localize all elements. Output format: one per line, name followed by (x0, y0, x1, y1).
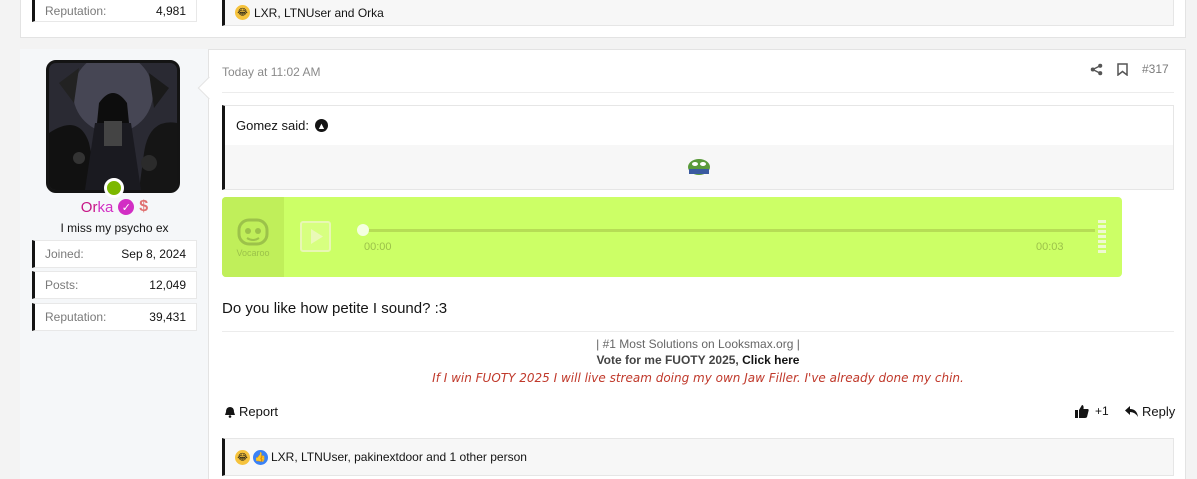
post-number[interactable]: #317 (1142, 62, 1169, 76)
arrow-up-icon[interactable]: ▲ (314, 119, 328, 132)
signature-link[interactable]: Click here (742, 353, 799, 367)
signature-divider (222, 331, 1174, 332)
audio-current-time: 00:00 (364, 241, 392, 253)
signature-line-3: If I win FUOTY 2025 I will live stream d… (432, 371, 964, 385)
verified-badge-icon: ✓ (118, 199, 135, 215)
reactions-text[interactable]: LXR, LTNUser and Orka (254, 6, 384, 20)
username-part-2[interactable]: ka (97, 199, 113, 216)
share-icon[interactable] (1090, 63, 1103, 76)
stat-label: Reputation: (45, 310, 107, 324)
stat-label: Posts: (45, 278, 79, 292)
vocaroo-face-icon (237, 218, 269, 246)
vocaroo-brand: Vocaroo (236, 248, 270, 258)
username[interactable]: Orka ✓ $ (20, 198, 209, 216)
laugh-reaction-icon: 😂 (235, 449, 250, 465)
react-label[interactable]: +1 (1095, 404, 1109, 418)
signature-line-2: Vote for me FUOTY 2025, Click here (222, 353, 1174, 367)
reactions-text[interactable]: LXR, LTNUser, pakinextdoor and 1 other p… (271, 450, 527, 464)
user-title: I miss my psycho ex (60, 221, 169, 235)
vocaroo-logo: Vocaroo (222, 197, 284, 277)
stat-joined: Joined: Sep 8, 2024 (32, 240, 197, 268)
audio-duration: 00:03 (1036, 241, 1064, 253)
quote-author[interactable]: Gomez said: (236, 118, 309, 133)
reply-arrow-icon (1125, 406, 1138, 417)
online-status-dot (104, 178, 124, 198)
thumbs-up-icon (1075, 404, 1089, 418)
report-label[interactable]: Report (239, 404, 278, 419)
signature-line-1: | #1 Most Solutions on Looksmax.org | (596, 337, 800, 351)
divider (222, 92, 1174, 93)
like-reaction-icon: 👍 (253, 449, 268, 465)
post-date[interactable]: Today at 11:02 AM (222, 65, 321, 79)
pepe-emoji-icon (688, 159, 710, 175)
dollar-badge-icon: $ (139, 198, 149, 215)
post-message: Do you like how petite I sound? :3 (222, 300, 448, 317)
volume-icon[interactable] (1098, 220, 1106, 253)
reply-label[interactable]: Reply (1142, 404, 1175, 419)
stat-value: 12,049 (149, 278, 186, 292)
stat-value: 4,981 (155, 3, 186, 18)
signature-vote-text: Vote for me FUOTY 2025, (596, 353, 743, 367)
username-part-1[interactable]: Or (81, 199, 98, 216)
reply-button[interactable]: Reply (1125, 404, 1175, 419)
stat-label: Reputation: (45, 3, 107, 18)
previous-reputation-stat: Reputation: 4,981 (32, 0, 197, 22)
previous-reactions-bar[interactable]: 😂 LXR, LTNUser and Orka (222, 0, 1174, 26)
stat-label: Joined: (45, 247, 84, 261)
audio-progress-track[interactable] (362, 229, 1095, 232)
vocaroo-player (222, 197, 1122, 277)
play-icon (311, 229, 323, 244)
bookmark-icon[interactable] (1117, 62, 1128, 76)
post-actions: #317 (1090, 62, 1169, 76)
audio-progress-knob[interactable] (357, 224, 369, 236)
reactions-bar[interactable]: 😂 👍 LXR, LTNUser, pakinextdoor and 1 oth… (222, 438, 1174, 476)
bell-icon (225, 406, 235, 418)
stat-value: 39,431 (149, 310, 186, 324)
stat-value: Sep 8, 2024 (121, 247, 186, 261)
react-button[interactable]: +1 (1075, 404, 1109, 418)
avatar-image (49, 63, 177, 190)
report-button[interactable]: Report (224, 404, 278, 419)
quote-header[interactable]: Gomez said: ▲ (236, 118, 328, 133)
laugh-reaction-icon: 😂 (235, 5, 250, 20)
play-button[interactable] (300, 221, 331, 252)
avatar[interactable] (46, 60, 180, 193)
stat-posts: Posts: 12,049 (32, 271, 197, 299)
stat-reputation: Reputation: 39,431 (32, 303, 197, 331)
